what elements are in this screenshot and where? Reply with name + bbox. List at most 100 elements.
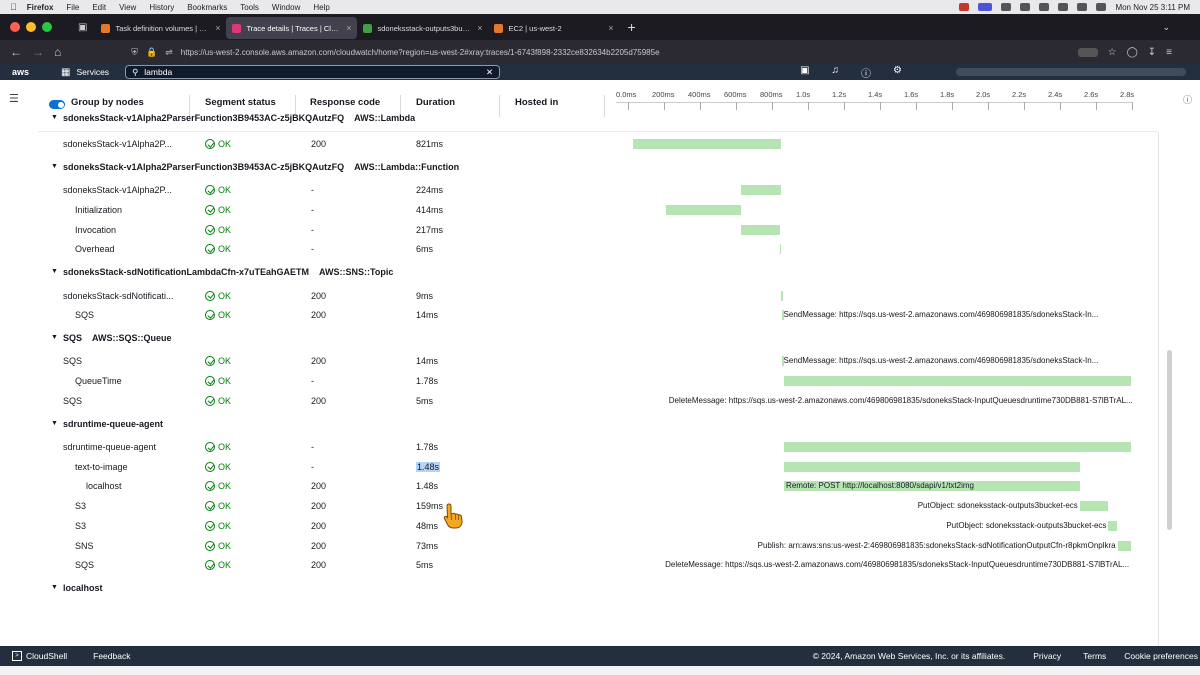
timeline-bar[interactable]: [784, 461, 1080, 472]
list-tabs-icon[interactable]: ⌄: [1162, 22, 1170, 33]
clock[interactable]: Mon Nov 25 3:11 PM: [1115, 3, 1190, 12]
segment-name[interactable]: SQS: [63, 396, 82, 406]
segment-name[interactable]: sdoneksStack-sdNotificati...: [63, 291, 174, 301]
menu-view[interactable]: View: [119, 3, 136, 12]
status-icon[interactable]: [959, 3, 970, 11]
cookie-preferences-link[interactable]: Cookie preferences: [1124, 651, 1198, 661]
browser-tab[interactable]: Task definition volumes | Elastic ×: [95, 17, 226, 39]
timeline-bar[interactable]: [1079, 501, 1109, 512]
timeline-bar[interactable]: [784, 442, 1131, 452]
address-bar[interactable]: ⛨ 🔒 ⇌ https://us-west-2.console.aws.amaz…: [131, 43, 971, 61]
menu-icon[interactable]: ≡: [1166, 47, 1172, 58]
terms-link[interactable]: Terms: [1083, 651, 1106, 661]
forward-button[interactable]: →: [32, 45, 44, 59]
hamburger-menu-icon[interactable]: ☰: [9, 92, 19, 105]
privacy-link[interactable]: Privacy: [1033, 651, 1061, 661]
node-group-header[interactable]: ▼ sdruntime-queue-agent: [0, 414, 1158, 436]
segment-row[interactable]: SQS OK 200 5ms DeleteMessage: https://sqs.us…: [0, 555, 1158, 575]
segment-name[interactable]: S3: [75, 501, 86, 511]
node-group-header[interactable]: ▼ SQS AWS::SQS::Queue: [0, 328, 1158, 350]
clear-search-icon[interactable]: ✕: [486, 67, 493, 78]
browser-tab[interactable]: sdoneksstack-outputs3bucket- ×: [357, 17, 488, 39]
services-grid-icon[interactable]: ▦: [61, 67, 70, 78]
back-button[interactable]: ←: [10, 45, 22, 59]
browser-tab[interactable]: EC2 | us-west-2 ×: [488, 17, 619, 39]
node-group-header[interactable]: ▼ localhost: [0, 578, 1158, 600]
menu-edit[interactable]: Edit: [92, 3, 106, 12]
close-tab-icon[interactable]: ×: [215, 23, 220, 33]
menu-bookmarks[interactable]: Bookmarks: [187, 3, 227, 12]
segment-name[interactable]: SNS: [75, 541, 94, 551]
shield-extension-icon[interactable]: ◯: [1127, 47, 1138, 58]
tab-overview-icon[interactable]: ▣: [78, 22, 87, 33]
segment-row[interactable]: sdruntime-queue-agent OK - 1.78s: [0, 437, 1158, 457]
segment-row[interactable]: sdoneksStack-v1Alpha2P... OK - 224ms: [0, 180, 1158, 200]
expand-caret-icon[interactable]: ▼: [51, 114, 58, 121]
menu-file[interactable]: File: [66, 3, 79, 12]
segment-row[interactable]: Overhead OK - 6ms: [0, 239, 1158, 259]
expand-caret-icon[interactable]: ▼: [51, 584, 58, 591]
segment-name[interactable]: SQS: [75, 560, 94, 570]
segment-name[interactable]: Overhead: [75, 244, 115, 254]
segment-row[interactable]: SQS OK 200 5ms DeleteMessage: https://sqs.us…: [0, 391, 1158, 411]
duration-header[interactable]: Duration: [416, 97, 455, 108]
apple-icon[interactable]: : [10, 2, 17, 12]
node-group-header[interactable]: ▼ sdoneksStack-v1Alpha2ParserFunction3B94…: [0, 108, 1158, 130]
timeline-bar[interactable]: [1117, 540, 1131, 551]
status-icon[interactable]: [1001, 3, 1012, 11]
node-group-header[interactable]: ▼ sdoneksStack-sdNotificationLambdaCfn-x7…: [0, 262, 1158, 284]
timeline-bar[interactable]: [633, 139, 782, 149]
segment-name[interactable]: sdoneksStack-v1Alpha2P...: [63, 185, 172, 195]
screen-record-icon[interactable]: [978, 3, 993, 11]
segment-row[interactable]: S3 OK 200 159ms PutObject: sdoneksstack-outp…: [0, 496, 1158, 516]
settings-gear-icon[interactable]: ⚙: [893, 65, 902, 80]
segment-name[interactable]: Initialization: [75, 205, 122, 215]
zoom-window-button[interactable]: [42, 22, 52, 32]
expand-caret-icon[interactable]: ▼: [51, 268, 58, 275]
segment-name[interactable]: SQS: [63, 356, 82, 366]
segment-row[interactable]: Initialization OK - 414ms: [0, 200, 1158, 220]
browser-tab[interactable]: Trace details | Traces | CloudWa ×: [226, 17, 358, 39]
minimize-window-button[interactable]: [26, 22, 36, 32]
menu-window[interactable]: Window: [272, 3, 300, 12]
aws-logo[interactable]: aws: [12, 67, 29, 77]
close-tab-icon[interactable]: ×: [608, 23, 613, 33]
menu-history[interactable]: History: [149, 3, 174, 12]
status-icon[interactable]: [1058, 3, 1069, 11]
node-group-header[interactable]: ▼ sdoneksStack-v1Alpha2ParserFunction3B94…: [0, 157, 1158, 179]
home-button[interactable]: ⌂: [54, 45, 61, 59]
segment-row[interactable]: localhost OK 200 1.48s Remote: POST http://l…: [0, 476, 1158, 496]
timeline-bar[interactable]: [779, 244, 782, 255]
download-icon[interactable]: ↧: [1148, 47, 1156, 58]
close-window-button[interactable]: [10, 22, 20, 32]
expand-caret-icon[interactable]: ▼: [51, 163, 58, 170]
timeline-bar[interactable]: [740, 185, 782, 196]
cloudshell-icon[interactable]: ▣: [800, 65, 809, 80]
extension-badge[interactable]: [1077, 47, 1098, 57]
feedback-link[interactable]: Feedback: [93, 651, 130, 661]
expand-caret-icon[interactable]: ▼: [51, 334, 58, 341]
info-icon[interactable]: ⓘ: [1183, 93, 1192, 106]
segment-row[interactable]: QueueTime OK - 1.78s: [0, 371, 1158, 391]
vertical-scrollbar[interactable]: [1167, 350, 1172, 530]
menu-tools[interactable]: Tools: [240, 3, 259, 12]
shield-icon[interactable]: ⛨: [131, 47, 138, 58]
expand-caret-icon[interactable]: ▼: [51, 420, 58, 427]
cloudshell-button[interactable]: > CloudShell: [12, 651, 67, 661]
segment-name[interactable]: QueueTime: [75, 376, 122, 386]
segment-row[interactable]: sdoneksStack-sdNotificati... OK 200 9ms: [0, 286, 1158, 306]
segment-row[interactable]: SQS OK 200 14ms SendMessage: https://sqs.us-…: [0, 351, 1158, 371]
hosted-in-header[interactable]: Hosted in: [515, 97, 558, 108]
close-tab-icon[interactable]: ×: [346, 23, 351, 33]
timeline-bar[interactable]: [784, 376, 1131, 387]
status-icon[interactable]: [1039, 3, 1050, 11]
segment-row[interactable]: S3 OK 200 48ms PutObject: sdoneksstack-outpu…: [0, 516, 1158, 536]
timeline-bar[interactable]: [666, 204, 741, 215]
segment-name[interactable]: Invocation: [75, 225, 116, 235]
notifications-bell-icon[interactable]: ♫: [832, 65, 840, 80]
timeline-bar[interactable]: [1108, 520, 1118, 531]
close-tab-icon[interactable]: ×: [477, 23, 482, 33]
search-icon[interactable]: [1096, 3, 1107, 11]
new-tab-button[interactable]: +: [627, 19, 635, 35]
segment-status-header[interactable]: Segment status: [205, 97, 276, 108]
